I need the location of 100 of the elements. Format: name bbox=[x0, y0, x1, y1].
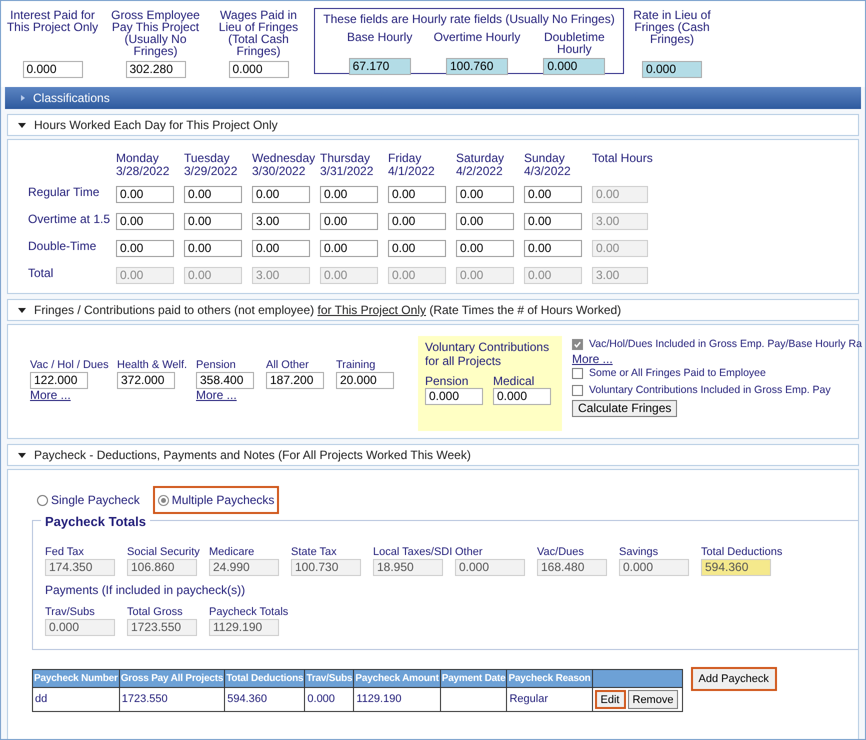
input-field[interactable]: 20.000 bbox=[336, 372, 394, 389]
input-field[interactable]: 106.860 bbox=[127, 559, 197, 576]
input-field[interactable]: 0.000 bbox=[228, 61, 288, 78]
input-field[interactable]: 0.00 bbox=[116, 240, 174, 257]
field-label: Training bbox=[336, 358, 376, 372]
field-label: Trav/Subs bbox=[45, 605, 95, 619]
table-cell: dd bbox=[32, 688, 120, 712]
checkbox[interactable] bbox=[572, 385, 583, 396]
input-field[interactable]: 372.000 bbox=[117, 372, 175, 389]
day-date: 3/28/2022 bbox=[116, 165, 170, 178]
radio-icon bbox=[158, 494, 169, 506]
input-field[interactable]: 0.00 bbox=[116, 186, 174, 203]
input-field[interactable]: 0.00 bbox=[252, 186, 310, 203]
input-field[interactable]: 3.00 bbox=[252, 213, 310, 230]
section-header[interactable]: Hours Worked Each Day for This Project Only bbox=[7, 114, 859, 136]
row-action-button[interactable]: Edit bbox=[594, 690, 626, 709]
input-field[interactable]: 0.000 bbox=[425, 388, 483, 405]
input-field[interactable]: 0.00 bbox=[524, 213, 582, 230]
classifications-bar[interactable]: Classifications bbox=[5, 87, 861, 109]
input-field[interactable]: 0.00 bbox=[456, 213, 514, 230]
row-label: Total bbox=[28, 265, 54, 282]
field-label: Total Deductions bbox=[701, 545, 782, 559]
input-field[interactable]: 0.00 bbox=[184, 213, 242, 230]
row-label: Regular Time bbox=[28, 184, 100, 201]
input-field[interactable]: 67.170 bbox=[348, 58, 411, 75]
column-header: Total Hours bbox=[592, 152, 653, 167]
input-field[interactable]: 100.730 bbox=[291, 559, 361, 576]
more-link[interactable]: More ... bbox=[30, 389, 117, 402]
day-date: 3/29/2022 bbox=[184, 165, 238, 178]
input-field[interactable]: 358.400 bbox=[196, 372, 254, 389]
input-field[interactable]: 0.000 bbox=[22, 61, 82, 78]
input-field[interactable]: 0.00 bbox=[252, 240, 310, 257]
input-field[interactable]: 1723.550 bbox=[127, 619, 197, 636]
day-name: Wednesday bbox=[252, 152, 316, 165]
input-field[interactable]: 122.000 bbox=[30, 372, 88, 389]
input-field[interactable]: 168.480 bbox=[537, 559, 607, 576]
input-field[interactable]: 594.360 bbox=[701, 559, 771, 576]
field-label: Vac/Dues bbox=[537, 545, 584, 559]
column-header: Total Deductions bbox=[224, 670, 305, 688]
input-field[interactable]: 302.280 bbox=[126, 61, 186, 78]
input-field[interactable]: 0.00 bbox=[184, 186, 242, 203]
add-paycheck-button[interactable]: Add Paycheck bbox=[690, 667, 777, 691]
input-field[interactable]: 0.00 bbox=[320, 240, 378, 257]
field-label: Fed Tax bbox=[45, 545, 84, 559]
day-date: 4/2/2022 bbox=[456, 165, 503, 178]
table-cell: 1129.190 bbox=[354, 688, 440, 712]
input-field[interactable]: 0.000 bbox=[455, 559, 525, 576]
radio-option[interactable]: Single Paycheck bbox=[32, 486, 145, 514]
input-field[interactable]: 174.350 bbox=[45, 559, 115, 576]
input-field[interactable]: 100.760 bbox=[446, 58, 508, 75]
section-title: Fringes / Contributions paid to others (not employee) for This Project Only (Rate Times the # of Hours Worked) bbox=[34, 302, 622, 319]
checkbox-label: Some or All Fringes Paid to Employee bbox=[589, 366, 766, 381]
section-header[interactable]: Paycheck - Deductions, Payments and Notes (For All Projects Worked This Week) bbox=[7, 444, 859, 466]
radio-option[interactable]: Multiple Paychecks bbox=[152, 486, 280, 514]
input-field[interactable]: 0.000 bbox=[543, 58, 606, 75]
field-label: Medical bbox=[493, 374, 536, 388]
table-cell: 594.360 bbox=[224, 688, 305, 712]
more-link[interactable]: More ... bbox=[572, 353, 613, 365]
field-label: Overtime Hourly bbox=[434, 31, 520, 46]
calculate-fringes-button[interactable]: Calculate Fringes bbox=[572, 400, 678, 417]
field-label: Health & Welf. bbox=[117, 358, 188, 372]
radio-label: Single Paycheck bbox=[51, 492, 140, 509]
day-date: 4/3/2022 bbox=[524, 165, 572, 178]
input-field[interactable]: 0.00 bbox=[320, 213, 378, 230]
input-field[interactable]: 0.000 bbox=[45, 619, 115, 636]
input-field[interactable]: 0.000 bbox=[642, 61, 702, 78]
day-name: Monday bbox=[116, 152, 160, 165]
column-header: Paycheck Number bbox=[32, 670, 120, 688]
column-header: Paycheck Reason bbox=[506, 670, 592, 688]
day-name: Friday bbox=[388, 152, 422, 165]
input-field[interactable]: 0.000 bbox=[619, 559, 689, 576]
input-field[interactable]: 0.00 bbox=[388, 240, 446, 257]
input-field[interactable]: 0.00 bbox=[184, 240, 242, 257]
input-field[interactable]: 0.00 bbox=[388, 186, 446, 203]
section-header[interactable]: Fringes / Contributions paid to others (not employee) for This Project Only (Rate Times the # of Hours Worked) bbox=[7, 299, 859, 321]
more-link[interactable]: More ... bbox=[196, 389, 266, 402]
field-label: Pension bbox=[196, 358, 236, 372]
input-field[interactable]: 24.990 bbox=[209, 559, 279, 576]
input-field[interactable]: 18.950 bbox=[373, 559, 443, 576]
input-field[interactable]: 0.00 bbox=[456, 240, 514, 257]
field-label: Local Taxes/SDI bbox=[373, 545, 452, 559]
input-field[interactable]: 0.000 bbox=[493, 388, 551, 405]
checkbox[interactable] bbox=[572, 368, 583, 379]
field-label: Paycheck Totals bbox=[209, 605, 288, 619]
input-field[interactable]: 0.00 bbox=[524, 186, 582, 203]
payments-label: Payments (If included in paycheck(s)) bbox=[45, 582, 246, 599]
day-name: Saturday bbox=[456, 152, 506, 165]
day-name: Sunday bbox=[524, 152, 566, 165]
input-field[interactable]: 0.00 bbox=[116, 213, 174, 230]
row-action-button[interactable]: Remove bbox=[628, 690, 678, 709]
input-field[interactable]: 1129.190 bbox=[209, 619, 279, 636]
panel-title: Voluntary Contributions for all Projects bbox=[425, 340, 550, 368]
input-field[interactable]: 187.200 bbox=[266, 372, 324, 389]
section-title: Hours Worked Each Day for This Project Only bbox=[34, 117, 278, 134]
table-cell: Regular bbox=[506, 688, 592, 712]
checkbox[interactable] bbox=[572, 339, 583, 350]
input-field[interactable]: 0.00 bbox=[388, 213, 446, 230]
input-field[interactable]: 0.00 bbox=[524, 240, 582, 257]
input-field[interactable]: 0.00 bbox=[320, 186, 378, 203]
input-field[interactable]: 0.00 bbox=[456, 186, 514, 203]
